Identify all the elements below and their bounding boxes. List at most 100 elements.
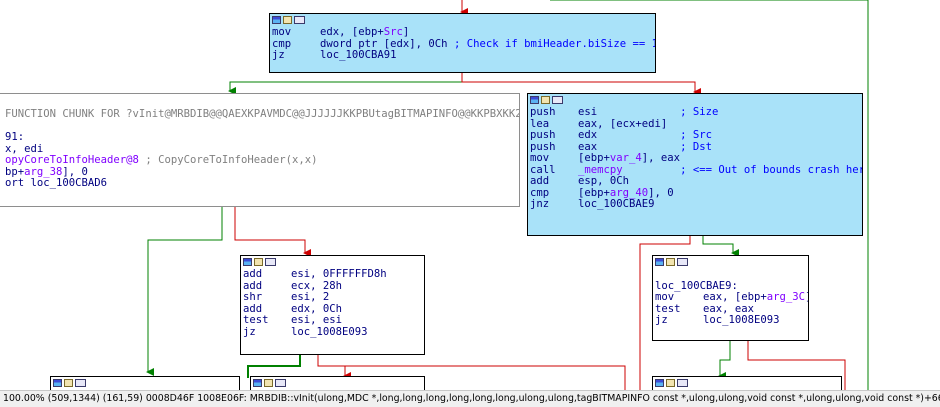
status-bar: 100.00% (509,1344) (161,59) 0008D46F 100… (0, 390, 940, 407)
edge-add-green (247, 355, 301, 378)
asm-operand: esi (578, 106, 681, 118)
asm-comment: ; Check if bmiHeader.biSize == 12 (453, 37, 656, 50)
edge-n1-chunk (228, 72, 463, 95)
asm-operand: loc_100CBAE9: (655, 279, 738, 292)
node-body: add esi, 0FFFFFFD8h add ecx, 28h shr esi, 2 ad… (241, 268, 424, 339)
asm-mnemonic: mov (272, 26, 292, 38)
asm-comment: ; Size (680, 106, 719, 118)
asm-mnemonic: shr (243, 291, 263, 303)
asm-operand: arg_38 (24, 165, 63, 178)
asm-comment: ; Dst (680, 140, 712, 153)
asm-operand: ; CopyCoreToInfoHeader(x,x) (145, 154, 318, 166)
asm-mnemonic: push (530, 106, 556, 118)
asm-mnemonic: mov (530, 152, 550, 164)
edge-chunk-add (234, 207, 311, 257)
asm-line[interactable]: jz loc_1008E093 (655, 314, 808, 327)
asm-operand: edx (578, 129, 681, 141)
assign-name-icon[interactable] (541, 96, 550, 104)
graph-group-icon[interactable] (294, 16, 305, 24)
asm-operand: 91: (5, 131, 25, 143)
assign-name-icon[interactable] (254, 258, 263, 266)
asm-line[interactable]: ort loc_100CBAD6 (5, 177, 519, 190)
asm-operand: ] (805, 291, 808, 303)
node-header (653, 377, 841, 390)
asm-line[interactable]: jz loc_1008E093 (243, 325, 424, 339)
asm-operand: loc_1008E093 (291, 325, 368, 338)
asm-mnemonic: jnz (530, 198, 550, 210)
asm-operand: loc_100CBA91 (320, 49, 397, 61)
asm-mnemonic: jz (655, 314, 668, 326)
graph-node-function-chunk[interactable]: FUNCTION CHUNK FOR ?vInit@MRBDIB@@QAEXKP… (0, 93, 520, 207)
graph-group-icon[interactable] (75, 379, 86, 387)
asm-operand: esp, 0Ch (578, 175, 630, 187)
graph-view[interactable]: mov edx, [ebp+Src] cmp dword ptr [edx], 0Ch… (0, 0, 940, 390)
node-header (251, 377, 424, 390)
graph-color-icon[interactable] (655, 258, 664, 266)
edge-n1-memcpy (461, 72, 701, 96)
graph-color-icon[interactable] (53, 379, 62, 387)
edge-chunk-green (146, 207, 223, 376)
graph-color-icon[interactable] (530, 96, 539, 104)
graph-group-icon[interactable] (677, 258, 688, 266)
edge-bae9-green (718, 340, 731, 380)
asm-operand: edx, [ebp+ (320, 26, 384, 38)
asm-operand: esi, 0FFFFFFD8h (291, 268, 387, 280)
asm-operand: FUNCTION CHUNK FOR ?vInit@MRBDIB@@QAEXKP… (5, 108, 520, 120)
asm-line[interactable]: add ecx, 28h (243, 280, 424, 293)
graph-group-icon[interactable] (265, 258, 276, 266)
assign-name-icon[interactable] (264, 379, 273, 387)
asm-line[interactable]: jnz loc_100CBAE9 (530, 198, 862, 211)
node-body: loc_100CBAE9:moveax, [ebp+arg_3C]testeax… (653, 269, 808, 327)
graph-node-loc-100cbae9[interactable]: loc_100CBAE9:moveax, [ebp+arg_3C]testeax… (652, 255, 809, 341)
graph-color-icon[interactable] (272, 16, 281, 24)
graph-group-icon[interactable] (677, 379, 688, 387)
graph-color-icon[interactable] (243, 258, 252, 266)
node-header (51, 377, 239, 390)
node-body: FUNCTION CHUNK FOR ?vInit@MRBDIB@@QAEXKP… (0, 94, 519, 190)
asm-line[interactable]: 91: (5, 131, 519, 144)
asm-operand: Src (383, 26, 403, 38)
asm-mnemonic: add (530, 175, 550, 187)
node-header (653, 256, 808, 269)
graph-node-bottom-middle[interactable] (250, 376, 425, 390)
graph-node-memcpy-call[interactable]: push esi ; Size lea eax, [ecx+edi] push edx ;… (527, 93, 863, 236)
asm-mnemonic: test (243, 314, 269, 326)
asm-operand: loc_1008E093 (703, 314, 780, 326)
asm-operand: eax, [ebp+ (703, 291, 767, 303)
asm-operand: _memcpy (578, 163, 623, 176)
asm-operand (623, 164, 680, 176)
asm-operand: loc_100CBAE9 (578, 198, 655, 210)
asm-line[interactable]: jz loc_100CBA91 (272, 49, 655, 62)
asm-operand: eax, eax (703, 302, 755, 315)
asm-operand: dword ptr [edx], 0Ch (320, 37, 454, 50)
graph-node-bottom-left[interactable] (50, 376, 240, 390)
assign-name-icon[interactable] (283, 16, 292, 24)
assign-name-icon[interactable] (666, 258, 675, 266)
graph-color-icon[interactable] (253, 379, 262, 387)
asm-line[interactable] (5, 121, 519, 133)
graph-group-icon[interactable] (552, 96, 563, 104)
node-header (270, 14, 655, 27)
asm-operand: [ebp+ (578, 152, 610, 164)
assign-name-icon[interactable] (64, 379, 73, 387)
asm-line[interactable]: FUNCTION CHUNK FOR ?vInit@MRBDIB@@QAEXKP… (5, 108, 520, 121)
node-header (528, 94, 862, 107)
asm-operand: [ebp+ (578, 186, 610, 199)
asm-operand: arg_40 (609, 186, 649, 199)
asm-operand: arg_3C (766, 291, 806, 303)
asm-operand: x, edi (5, 142, 44, 155)
node-header (241, 256, 424, 269)
graph-node-add-esi[interactable]: add esi, 0FFFFFFD8h add ecx, 28h shr esi, 2 ad… (240, 255, 425, 355)
asm-operand: ], 0 (648, 186, 674, 199)
asm-mnemonic: jz (272, 49, 285, 61)
asm-mnemonic: add (243, 268, 263, 280)
graph-node-check-bisize[interactable]: mov edx, [ebp+Src] cmp dword ptr [edx], 0Ch… (269, 13, 656, 73)
asm-operand: ] (402, 26, 410, 38)
graph-color-icon[interactable] (655, 379, 664, 387)
asm-operand: eax (578, 140, 681, 153)
graph-group-icon[interactable] (275, 379, 286, 387)
graph-node-bottom-right[interactable] (652, 376, 842, 390)
assign-name-icon[interactable] (666, 379, 675, 387)
asm-operand: bp+ (5, 165, 25, 178)
asm-operand: ], 0 (62, 165, 88, 178)
